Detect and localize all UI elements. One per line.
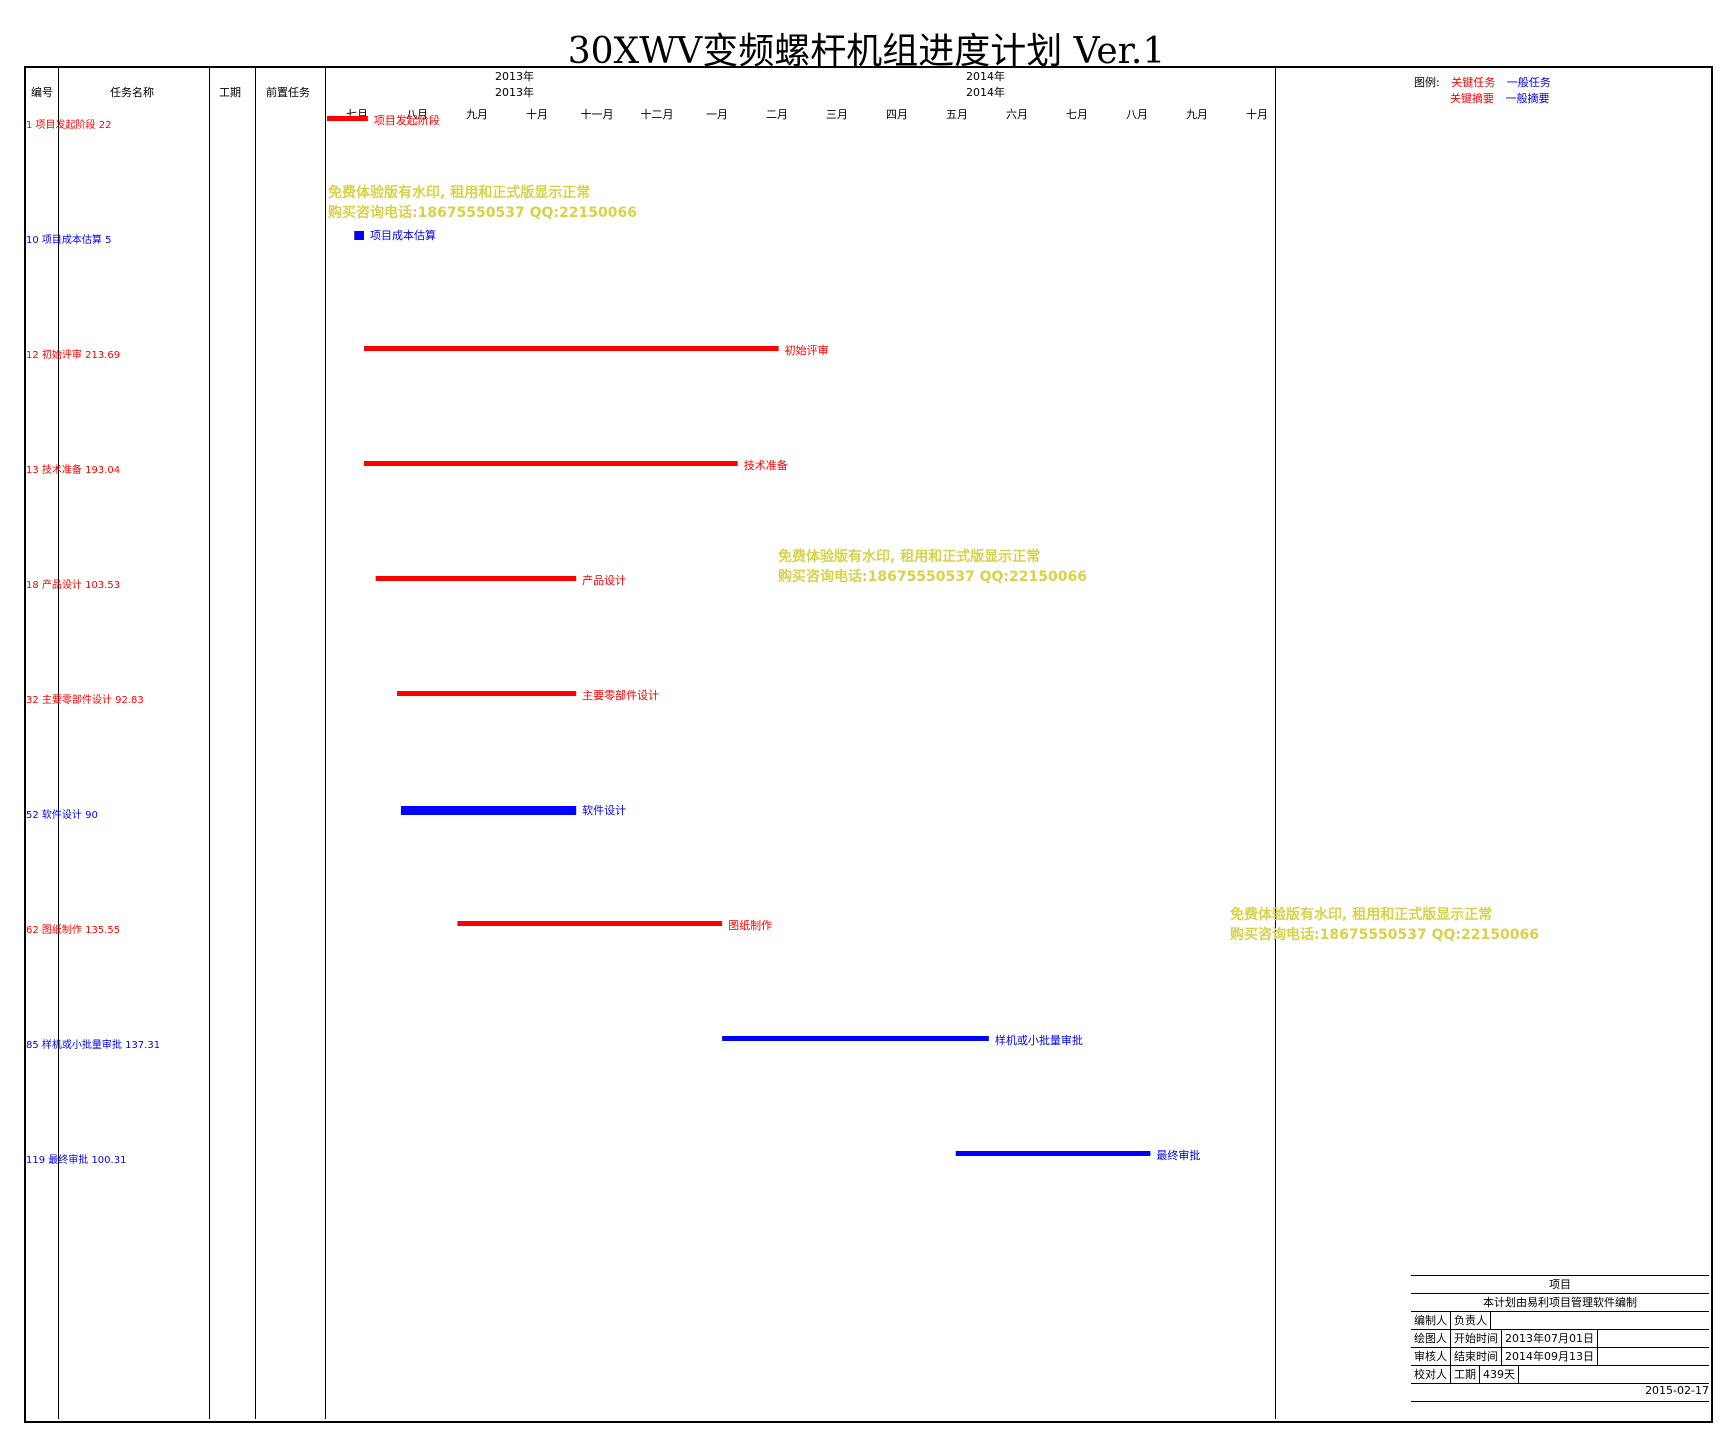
gantt-bar-label: 技术准备 <box>744 458 788 472</box>
gantt-bar-label: 产品设计 <box>582 573 626 587</box>
owner-label: 负责人 <box>1451 1312 1491 1329</box>
gantt-bar <box>354 231 364 240</box>
info-row: 校对人 工期 439天 <box>1411 1366 1709 1384</box>
task-row: 52 软件设计 90 <box>26 810 98 821</box>
drawer-label: 绘图人 <box>1411 1330 1451 1347</box>
gantt-bar-label: 初始评审 <box>785 343 829 357</box>
info-date: 2015-02-17 <box>1411 1384 1709 1402</box>
duration-value: 439天 <box>1480 1366 1519 1383</box>
duration-label: 工期 <box>1451 1366 1480 1383</box>
gantt-bar <box>722 1036 989 1041</box>
gantt-bar <box>955 1151 1151 1156</box>
editor-label: 编制人 <box>1411 1312 1451 1329</box>
gantt-bar-label: 软件设计 <box>582 803 626 817</box>
gantt-bar <box>400 806 577 815</box>
task-row: 119 最终审批 100.31 <box>26 1155 127 1166</box>
page: 30XWV变频螺杆机组进度计划 Ver.1 编号 任务名称 工期 前置任务 20… <box>0 0 1733 1434</box>
task-row: 10 项目成本估算 5 <box>26 235 112 246</box>
checker-label: 校对人 <box>1411 1366 1451 1383</box>
gantt-bar <box>397 691 577 696</box>
gantt-bar <box>363 346 779 351</box>
info-row: 编制人 负责人 <box>1411 1312 1709 1330</box>
watermark: 免费体验版有水印, 租用和正式版显示正常 购买咨询电话:18675550537 Q… <box>1230 907 1539 943</box>
gantt-bar <box>327 116 368 121</box>
info-project: 项目 <box>1411 1276 1709 1294</box>
start-value: 2013年07月01日 <box>1502 1330 1598 1347</box>
start-label: 开始时间 <box>1451 1330 1502 1347</box>
reviewer-label: 审核人 <box>1411 1348 1451 1365</box>
task-row: 62 图纸制作 135.55 <box>26 925 121 936</box>
end-label: 结束时间 <box>1451 1348 1502 1365</box>
task-row: 1 项目发起阶段 22 <box>26 120 112 131</box>
task-row: 18 产品设计 103.53 <box>26 580 121 591</box>
watermark: 免费体验版有水印, 租用和正式版显示正常 购买咨询电话:18675550537 Q… <box>778 549 1087 585</box>
gantt-bar-label: 项目发起阶段 <box>374 113 440 127</box>
watermark: 免费体验版有水印, 租用和正式版显示正常 购买咨询电话:18675550537 Q… <box>328 185 637 221</box>
gantt-bar-label: 项目成本估算 <box>370 228 436 242</box>
gantt-bar-label: 最终审批 <box>1156 1148 1200 1162</box>
gantt-bar <box>375 576 577 581</box>
end-value: 2014年09月13日 <box>1502 1348 1598 1365</box>
gantt-bar <box>457 921 723 926</box>
task-row: 32 主要零部件设计 92.83 <box>26 695 144 706</box>
gantt-bar-label: 图纸制作 <box>728 919 772 932</box>
gantt-bar <box>363 461 738 466</box>
gantt-chart: 项目发起阶段项目成本估算初始评审技术准备产品设计主要零部件设计软件设计图纸制作样… <box>327 113 1200 1162</box>
info-table: 项目 本计划由易利项目管理软件编制 编制人 负责人 绘图人 开始时间 2013年07月… <box>1411 1275 1709 1402</box>
task-row: 85 样机或小批量审批 137.31 <box>26 1040 161 1051</box>
gantt-bar-label: 主要零部件设计 <box>582 688 659 702</box>
info-row: 绘图人 开始时间 2013年07月01日 <box>1411 1330 1709 1348</box>
task-row: 13 技术准备 193.04 <box>26 465 121 476</box>
gantt-bar-label: 样机或小批量审批 <box>995 1033 1083 1047</box>
task-row: 12 初始评审 213.69 <box>26 350 121 361</box>
info-note: 本计划由易利项目管理软件编制 <box>1411 1294 1709 1312</box>
info-row: 审核人 结束时间 2014年09月13日 <box>1411 1348 1709 1366</box>
